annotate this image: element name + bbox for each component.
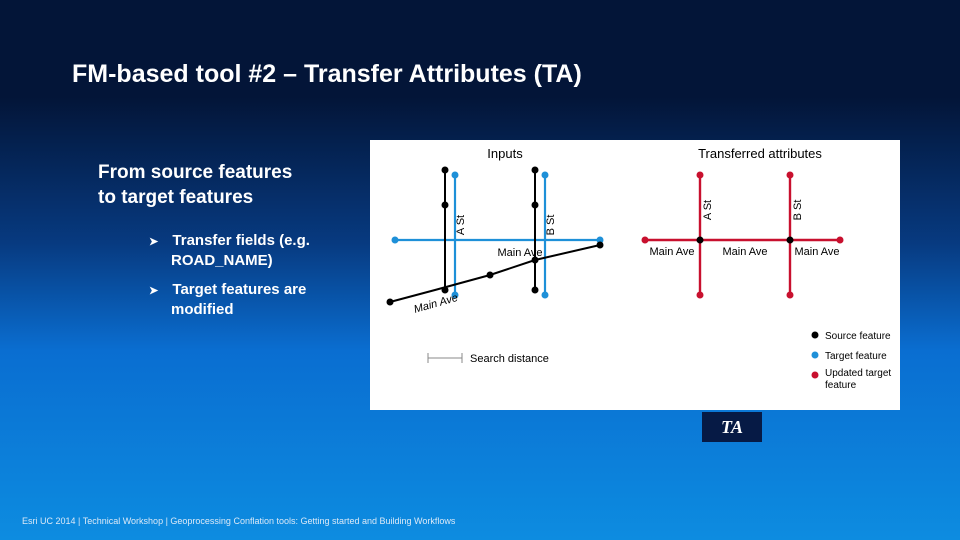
legend-target: Target feature bbox=[825, 351, 887, 362]
legend-updated-l1: Updated target bbox=[825, 368, 891, 379]
label-main-ave-right-2: Main Ave bbox=[722, 246, 767, 258]
label-a-st-right: A St bbox=[702, 200, 714, 220]
bullet-2-line-1: Target features are bbox=[172, 281, 306, 298]
subtitle-line1: From source features bbox=[98, 162, 292, 183]
ta-badge: TA bbox=[702, 412, 762, 442]
slide-subtitle: From source features to target features bbox=[98, 161, 292, 210]
label-b-st-right: B St bbox=[792, 200, 804, 221]
label-main-ave-left-1: Main Ave bbox=[497, 247, 542, 259]
legend: Source feature Target feature Updated ta… bbox=[812, 331, 892, 391]
legend-updated-l2: feature bbox=[825, 380, 857, 391]
bullet-item-2: Target features are modified bbox=[171, 280, 310, 321]
label-a-st-left: A St bbox=[455, 215, 467, 235]
label-b-st-left: B St bbox=[545, 215, 557, 236]
label-main-ave-left-slant: Main Ave bbox=[413, 292, 460, 316]
bullet-1-line-1: Transfer fields (e.g. bbox=[172, 232, 310, 249]
bullet-1-line-2: ROAD_NAME) bbox=[171, 252, 273, 269]
label-search-distance: Search distance bbox=[470, 353, 549, 365]
header-inputs: Inputs bbox=[487, 146, 523, 161]
bullet-2-line-2: modified bbox=[171, 301, 234, 318]
header-transferred: Transferred attributes bbox=[698, 146, 822, 161]
inputs-graphic: A St B St Main Ave Main Ave Search dista… bbox=[387, 167, 604, 366]
subtitle-line2: to target features bbox=[98, 187, 253, 208]
bullet-list: Transfer fields (e.g. ROAD_NAME) Target … bbox=[131, 231, 310, 328]
slide-title: FM-based tool #2 – Transfer Attributes (… bbox=[72, 60, 582, 89]
diagram-figure: Inputs Transferred attributes bbox=[370, 140, 900, 410]
label-main-ave-right-3: Main Ave bbox=[794, 246, 839, 258]
label-main-ave-right-1: Main Ave bbox=[649, 246, 694, 258]
bullet-item-1: Transfer fields (e.g. ROAD_NAME) bbox=[171, 231, 310, 272]
transferred-graphic: A St B St Main Ave Main Ave Main Ave Sou… bbox=[642, 172, 892, 392]
legend-source: Source feature bbox=[825, 331, 891, 342]
slide-footer: Esri UC 2014 | Technical Workshop | Geop… bbox=[22, 516, 455, 526]
